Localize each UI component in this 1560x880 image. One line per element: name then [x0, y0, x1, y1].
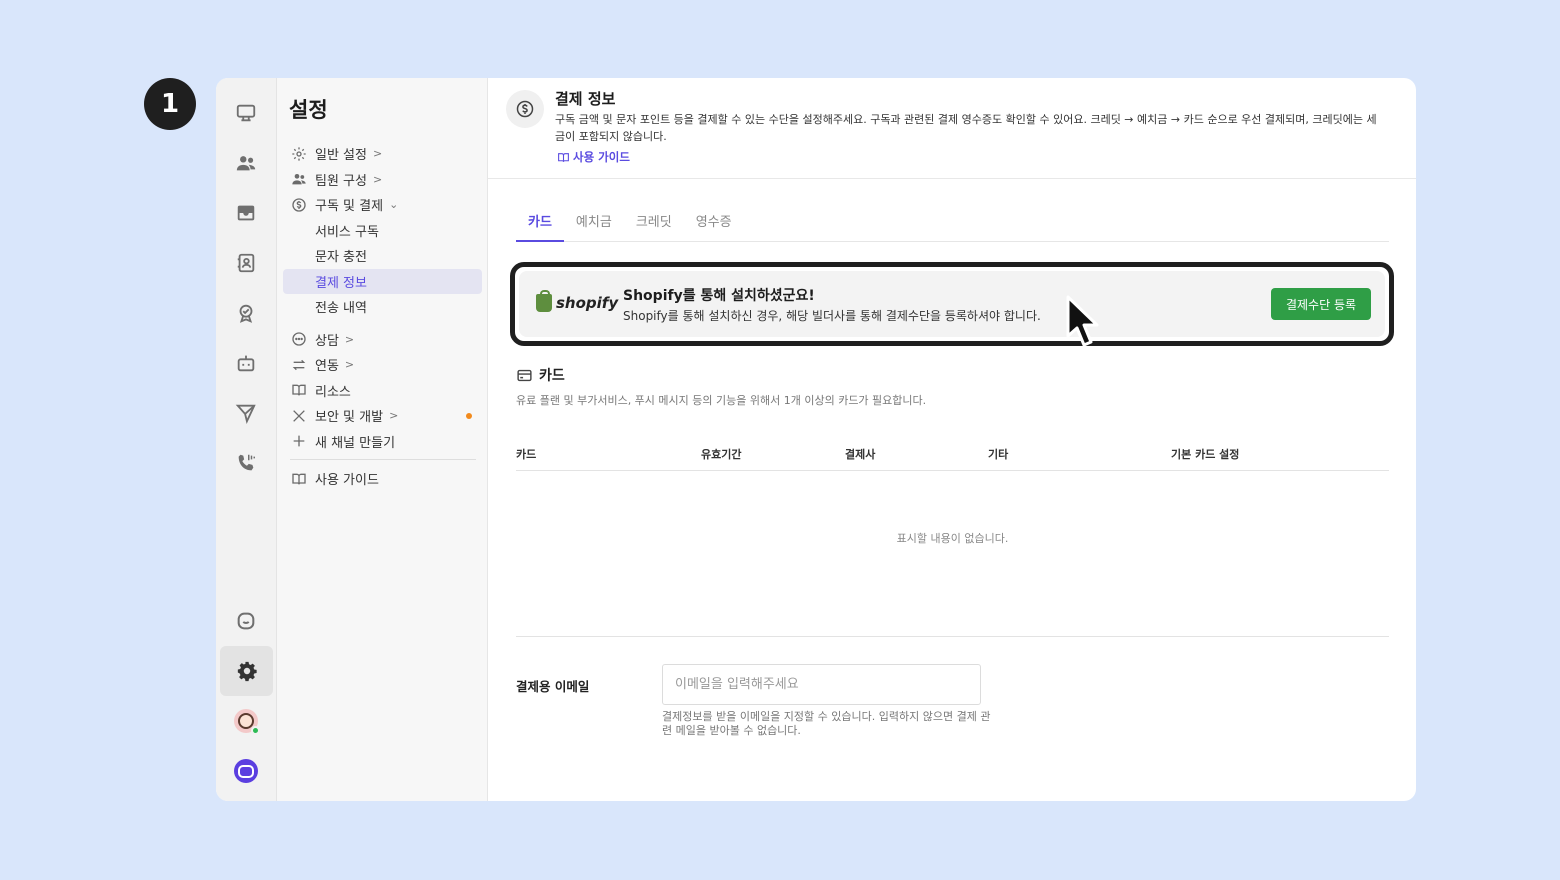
mouse-cursor-icon [1066, 295, 1099, 347]
billing-email-input[interactable] [662, 664, 981, 705]
page-header: 결제 정보 구독 금액 및 문자 포인트 등을 결제할 수 있는 수단을 설정해… [488, 78, 1416, 179]
sidebar-item-label: 팀원 구성 [315, 173, 367, 189]
team-icon[interactable] [216, 138, 276, 188]
sidebar-title: 설정 [289, 98, 328, 122]
shopify-logo-text: shopify [556, 294, 619, 312]
sidebar-divider [290, 459, 476, 460]
book-icon [558, 152, 569, 162]
sidebar-subitem-payment-info[interactable]: 결제 정보 [283, 268, 482, 294]
chevron-down-icon: ⌄ [389, 198, 399, 212]
sidebar-item-label: 보안 및 개발 [315, 410, 384, 426]
settings-sidebar: 설정 일반 설정 > 팀원 구성 > 구독 및 결제 ⌄ 서비스 구독 문자 충… [277, 78, 488, 801]
tools-icon [290, 407, 307, 424]
shopify-notice: shopify Shopify를 통해 설치하셨군요! Shopify를 통해 … [510, 262, 1394, 346]
shopify-logo: shopify [536, 290, 619, 312]
messenger-icon[interactable] [216, 596, 276, 646]
settings-nav: 일반 설정 > 팀원 구성 > 구독 및 결제 ⌄ 서비스 구독 문자 충전 결… [283, 141, 482, 492]
sidebar-item-user-guide[interactable]: 사용 가이드 [283, 466, 482, 492]
chevron-right-icon: > [372, 172, 383, 186]
user-avatar[interactable] [216, 696, 276, 746]
people-icon [290, 171, 307, 188]
card-section-title: 카드 [516, 365, 565, 385]
card-section-title-label: 카드 [539, 368, 565, 384]
payment-tabs: 카드 예치금 크레딧 영수증 [516, 201, 1389, 242]
billing-email-label: 결제용 이메일 [516, 679, 590, 694]
bot-icon[interactable] [216, 338, 276, 388]
app-window: 설정 일반 설정 > 팀원 구성 > 구독 및 결제 ⌄ 서비스 구독 문자 충… [216, 78, 1416, 801]
credit-card-icon [517, 369, 532, 381]
dollar-circle-icon [506, 90, 544, 128]
sidebar-item-label: 새 채널 만들기 [315, 435, 396, 451]
alert-dot [466, 413, 472, 419]
send-icon[interactable] [216, 388, 276, 438]
sidebar-item-security-dev[interactable]: 보안 및 개발 > [283, 403, 482, 429]
step-number-badge: 1 [144, 78, 196, 130]
shopify-bag-icon [536, 290, 552, 312]
section-divider [516, 636, 1389, 637]
plus-icon [290, 433, 307, 450]
tray-icon[interactable] [216, 188, 276, 238]
sidebar-item-label: 구독 및 결제 [315, 199, 384, 215]
dollar-circle-icon [290, 196, 307, 213]
sidebar-item-label: 연동 [315, 359, 339, 375]
tab-deposit[interactable]: 예치금 [564, 201, 624, 242]
page-description: 구독 금액 및 문자 포인트 등을 결제할 수 있는 수단을 설정해주세요. 구… [555, 113, 1377, 143]
chevron-right-icon: > [389, 409, 399, 423]
sidebar-item-team[interactable]: 팀원 구성 > [283, 167, 482, 193]
brand-logo-icon[interactable] [216, 746, 276, 796]
tab-card[interactable]: 카드 [516, 201, 564, 242]
column-header-card: 카드 [516, 448, 537, 461]
chat-bubble-icon [290, 331, 307, 348]
sidebar-item-new-channel[interactable]: 새 채널 만들기 [283, 429, 482, 455]
sidebar-item-label: 리소스 [315, 384, 351, 400]
notice-description: Shopify를 통해 설치하신 경우, 해당 빌더사를 통해 결제수단을 등록… [623, 309, 1041, 323]
card-section-description: 유료 플랜 및 부가서비스, 푸시 메시지 등의 기능을 위해서 1개 이상의 … [516, 394, 927, 407]
chevron-right-icon: > [344, 332, 355, 346]
badge-check-icon[interactable] [216, 288, 276, 338]
sidebar-subitem-sms-charge[interactable]: 문자 충전 [283, 243, 482, 269]
sidebar-item-consultation[interactable]: 상담 > [283, 327, 482, 353]
book-icon [290, 382, 307, 399]
chevron-right-icon: > [344, 358, 355, 372]
arrows-exchange-icon [290, 356, 307, 373]
settings-gear-icon[interactable] [220, 646, 273, 696]
sidebar-item-label: 사용 가이드 [315, 473, 379, 489]
chevron-right-icon: > [372, 147, 383, 161]
sidebar-item-subscription-billing[interactable]: 구독 및 결제 ⌄ [283, 192, 482, 218]
page-title: 결제 정보 [555, 90, 616, 108]
main-content: 결제 정보 구독 금액 및 문자 포인트 등을 결제할 수 있는 수단을 설정해… [488, 78, 1416, 801]
online-status-icon [251, 726, 260, 735]
notice-title: Shopify를 통해 설치하셨군요! [623, 288, 815, 304]
user-guide-link-label: 사용 가이드 [573, 150, 630, 164]
column-header-default-card: 기본 카드 설정 [1171, 448, 1240, 461]
sidebar-item-label: 일반 설정 [315, 148, 367, 164]
sidebar-item-resources[interactable]: 리소스 [283, 378, 482, 404]
billing-email-help: 결제정보를 받을 이메일을 지정할 수 있습니다. 입력하지 않으면 결제 관련… [662, 710, 991, 737]
register-payment-button[interactable]: 결제수단 등록 [1271, 288, 1371, 320]
sidebar-item-general-settings[interactable]: 일반 설정 > [283, 141, 482, 167]
sidebar-subitem-service-subscription[interactable]: 서비스 구독 [283, 218, 482, 244]
sidebar-item-integration[interactable]: 연동 > [283, 352, 482, 378]
contact-card-icon[interactable] [216, 238, 276, 288]
gear-icon [290, 145, 307, 162]
tab-receipt[interactable]: 영수증 [684, 201, 744, 242]
tab-credit[interactable]: 크레딧 [624, 201, 684, 242]
column-header-issuer: 결제사 [845, 448, 876, 461]
avatar [234, 709, 260, 735]
column-header-other: 기타 [988, 448, 1009, 461]
sidebar-subitem-send-history[interactable]: 전송 내역 [283, 294, 482, 320]
sidebar-item-label: 상담 [315, 333, 339, 349]
phone-call-icon[interactable] [216, 438, 276, 488]
inbox-monitor-icon[interactable] [216, 88, 276, 138]
book-icon [290, 470, 307, 487]
icon-rail [216, 78, 277, 801]
user-guide-link[interactable]: 사용 가이드 [557, 149, 630, 165]
empty-table-message: 표시할 내용이 없습니다. [896, 532, 1009, 545]
card-table-header: 카드 유효기간 결제사 기타 기본 카드 설정 [516, 438, 1389, 471]
column-header-expiry: 유효기간 [701, 448, 742, 461]
